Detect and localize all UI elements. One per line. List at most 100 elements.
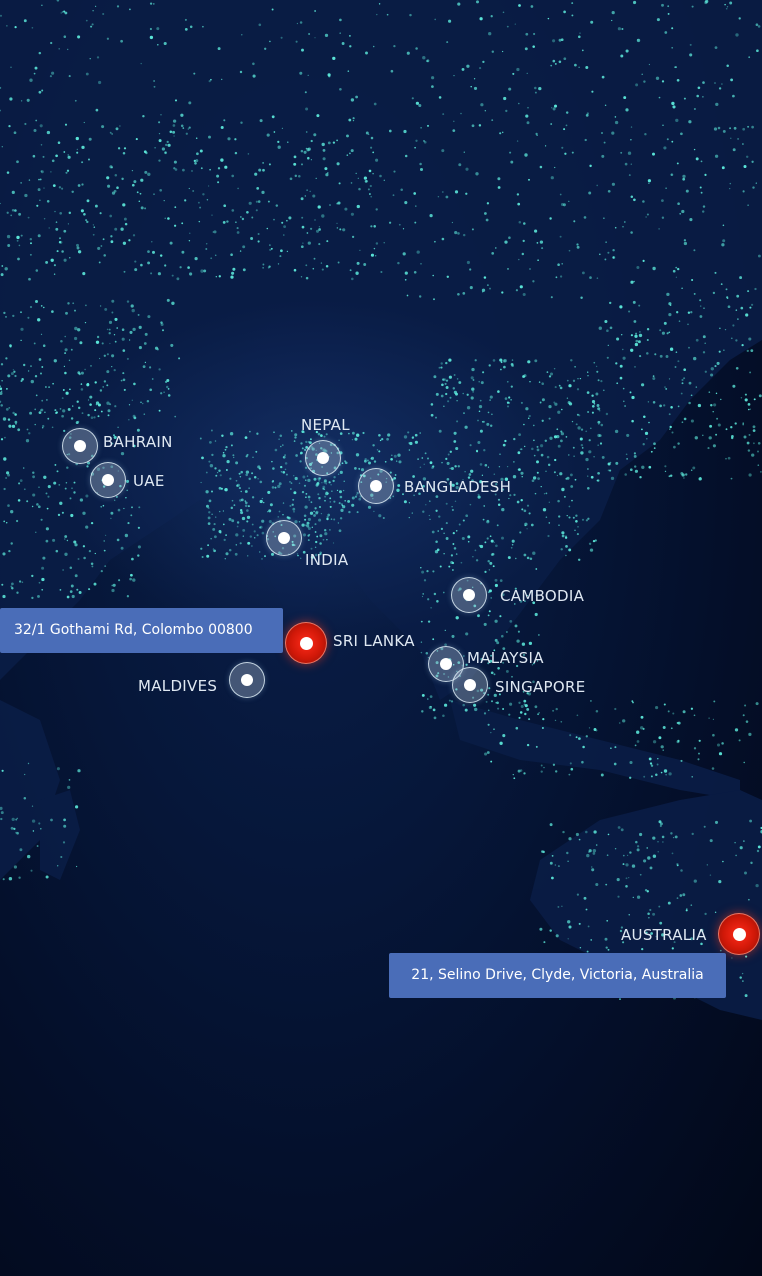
city-light [575, 423, 578, 426]
city-light [553, 104, 558, 108]
city-light [321, 214, 325, 218]
city-light [32, 493, 36, 497]
city-light [620, 828, 624, 832]
city-light [585, 830, 588, 834]
city-light [693, 148, 696, 151]
city-light [106, 353, 109, 356]
city-light [71, 594, 75, 599]
city-light [635, 840, 638, 844]
city-light [92, 224, 95, 226]
city-light [291, 503, 294, 506]
city-light [54, 210, 56, 213]
city-light [537, 477, 540, 480]
marker-uae[interactable] [90, 462, 126, 498]
city-light [512, 475, 517, 479]
city-light [482, 371, 485, 374]
marker-bahrain[interactable] [62, 428, 98, 464]
city-light [382, 516, 385, 520]
city-light [709, 424, 713, 428]
city-light [506, 405, 510, 408]
city-light [432, 638, 435, 641]
city-light [212, 231, 215, 233]
marker-cambodia[interactable] [451, 577, 487, 613]
city-light [123, 147, 127, 150]
city-light [668, 331, 671, 334]
city-light [240, 490, 242, 493]
city-light [144, 332, 148, 336]
city-light [518, 433, 521, 436]
city-light [561, 905, 563, 907]
city-light [430, 413, 434, 417]
city-light [25, 439, 30, 443]
city-light [555, 276, 558, 279]
city-light [34, 408, 37, 411]
marker-india[interactable] [266, 520, 302, 556]
city-light [574, 365, 576, 368]
marker-sri-lanka[interactable] [285, 622, 327, 664]
city-light [11, 190, 15, 194]
city-light [527, 106, 529, 109]
city-light [631, 864, 636, 868]
city-light [690, 707, 694, 710]
city-light [680, 471, 684, 475]
city-light [634, 465, 637, 468]
marker-australia[interactable] [718, 913, 760, 955]
australia-address-box[interactable]: 21, Selino Drive, Clyde, Victoria, Austr… [389, 953, 726, 998]
city-light [342, 489, 345, 492]
city-light [425, 504, 427, 506]
city-light [98, 80, 102, 85]
city-light [527, 360, 531, 364]
city-light [534, 359, 538, 363]
city-light [480, 381, 484, 385]
city-light [520, 498, 523, 502]
marker-maldives[interactable] [229, 662, 265, 698]
city-light [745, 155, 749, 159]
city-light [375, 158, 379, 162]
city-light [379, 439, 382, 442]
city-light [303, 484, 307, 487]
city-light [119, 125, 121, 127]
city-light [18, 580, 22, 583]
city-light [721, 166, 725, 170]
city-light [526, 743, 530, 747]
city-light [104, 534, 107, 537]
city-light [305, 131, 308, 133]
city-light [94, 204, 98, 208]
world-map[interactable]: BAHRAIN UAE NEPAL BANGLADESH INDIA CAMBO… [0, 0, 762, 1276]
city-light [421, 693, 425, 697]
city-light [307, 534, 310, 537]
marker-singapore[interactable] [452, 667, 488, 703]
city-light [115, 495, 118, 498]
city-light [86, 199, 90, 203]
city-light [1, 146, 3, 148]
marker-bangladesh[interactable] [358, 468, 394, 504]
sri-lanka-address-box[interactable]: 32/1 Gothami Rd, Colombo 00800 [0, 608, 283, 653]
city-light [100, 410, 103, 413]
city-light [32, 154, 36, 158]
city-light [14, 25, 17, 29]
city-light [239, 475, 242, 478]
city-light [629, 776, 632, 779]
city-light [750, 861, 753, 865]
city-light [561, 408, 563, 411]
city-light [378, 514, 382, 518]
city-light [68, 211, 72, 215]
city-light [517, 451, 521, 455]
city-light [689, 218, 693, 222]
city-light [73, 491, 76, 494]
city-light [223, 119, 226, 122]
city-light [111, 588, 115, 593]
city-light [304, 505, 308, 509]
city-light [304, 518, 307, 521]
city-light [658, 905, 661, 908]
city-light [516, 639, 520, 643]
city-light [704, 370, 707, 373]
city-light [53, 273, 56, 275]
city-light [209, 464, 214, 468]
city-light [31, 505, 34, 508]
city-light [501, 507, 505, 512]
marker-nepal[interactable] [305, 440, 341, 476]
city-light [129, 330, 133, 334]
city-light [221, 434, 224, 437]
city-light [332, 56, 336, 61]
